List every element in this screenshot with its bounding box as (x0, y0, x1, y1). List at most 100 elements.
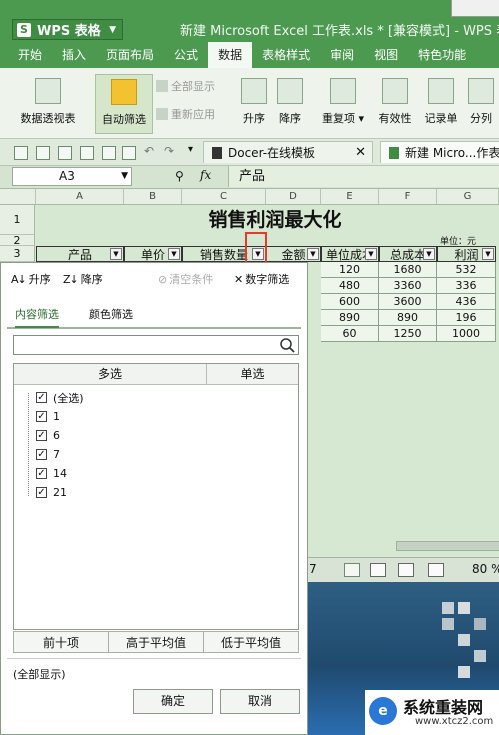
page-break-view-icon[interactable] (398, 563, 414, 577)
filter-sort-desc-button[interactable]: Z↓ 降序 (63, 271, 103, 287)
magnifier-icon[interactable]: ⚲ (175, 169, 184, 183)
page-layout-view-icon[interactable] (370, 563, 386, 577)
column-header-a[interactable]: A (36, 189, 124, 204)
app-menu-button[interactable]: S WPS 表格 ▼ (12, 19, 123, 40)
column-header-b[interactable]: B (124, 189, 182, 204)
split-column-button[interactable]: 分列 (464, 74, 498, 132)
table-cell[interactable]: 60 (321, 326, 379, 342)
duplicates-button[interactable]: 重复项 ▾ (318, 74, 368, 132)
header-cell-amount[interactable]: 金额 ▼ (266, 246, 321, 262)
pivot-table-button[interactable]: 数据透视表 (16, 74, 80, 132)
show-all-button[interactable]: 全部显示 (156, 78, 215, 94)
filter-sort-asc-button[interactable]: A↓ 升序 (11, 271, 51, 287)
formula-input[interactable]: 产品 (228, 166, 499, 187)
tab-color-filter[interactable]: 颜色筛选 (89, 306, 133, 322)
column-header-f[interactable]: F (379, 189, 437, 204)
below-average-button[interactable]: 低于平均值 (203, 631, 299, 653)
list-item[interactable]: ✓ 14 (22, 464, 67, 483)
table-cell[interactable]: 3600 (379, 294, 437, 310)
record-form-button[interactable]: 记录单 (420, 74, 462, 132)
checkbox[interactable]: ✓ (36, 449, 47, 460)
print-icon[interactable] (80, 146, 94, 160)
close-icon[interactable]: ✕ (355, 142, 366, 164)
table-cell[interactable]: 336 (437, 278, 496, 294)
table-cell[interactable]: 532 (437, 262, 496, 278)
filter-dropdown-icon[interactable]: ▼ (110, 248, 122, 260)
menu-features[interactable]: 特色功能 (408, 42, 476, 68)
header-cell-profit[interactable]: 利润 ▼ (437, 246, 496, 262)
list-item-select-all[interactable]: ✓ (全选) (22, 388, 84, 407)
checkbox[interactable]: ✓ (36, 487, 47, 498)
list-item[interactable]: ✓ 6 (22, 426, 60, 445)
fx-icon[interactable]: fx (200, 168, 211, 182)
reapply-button[interactable]: 重新应用 (156, 106, 215, 122)
header-cell-price[interactable]: 单价 ▼ (124, 246, 182, 262)
top-ten-button[interactable]: 前十项 (13, 631, 109, 653)
redo-icon[interactable]: ↷ (164, 144, 174, 158)
column-header-c[interactable]: C (182, 189, 266, 204)
single-select-tab[interactable]: 单选 (207, 364, 298, 384)
menu-formulas[interactable]: 公式 (164, 42, 208, 68)
table-cell[interactable]: 600 (321, 294, 379, 310)
page-icon[interactable] (122, 146, 136, 160)
table-cell[interactable]: 890 (321, 310, 379, 326)
sort-asc-button[interactable]: 升序 (236, 74, 272, 132)
tab-content-filter[interactable]: 内容筛选 (15, 306, 59, 328)
tab-docer-templates[interactable]: Docer-在线模板 ✕ (203, 141, 373, 163)
ok-button[interactable]: 确定 (133, 689, 213, 714)
list-item[interactable]: ✓ 1 (22, 407, 60, 426)
table-cell[interactable]: 436 (437, 294, 496, 310)
name-box[interactable]: A3 ▼ (12, 167, 132, 186)
table-cell[interactable]: 1680 (379, 262, 437, 278)
filter-dropdown-icon[interactable]: ▼ (307, 248, 319, 260)
list-item[interactable]: ✓ 7 (22, 445, 60, 464)
checkbox[interactable]: ✓ (36, 430, 47, 441)
row-header-1[interactable]: 1 (0, 205, 35, 235)
table-cell[interactable]: 890 (379, 310, 437, 326)
column-header-e[interactable]: E (321, 189, 379, 204)
filter-dropdown-icon[interactable]: ▼ (482, 248, 494, 260)
validity-button[interactable]: 有效性 (374, 74, 416, 132)
window-controls[interactable] (451, 0, 499, 17)
filter-dropdown-icon[interactable]: ▼ (168, 248, 180, 260)
export-pdf-icon[interactable] (58, 146, 72, 160)
menu-data[interactable]: 数据 (208, 42, 253, 68)
header-cell-product[interactable]: 产品 ▼ (36, 246, 124, 262)
zoom-level[interactable]: 80 % (472, 562, 499, 576)
autofilter-button[interactable]: 自动筛选 (95, 74, 153, 134)
above-average-button[interactable]: 高于平均值 (108, 631, 204, 653)
column-header-d[interactable]: D (266, 189, 321, 204)
table-cell[interactable]: 480 (321, 278, 379, 294)
more-icon[interactable]: ▾ (188, 144, 193, 155)
reading-mode-icon[interactable] (428, 563, 444, 577)
menu-review[interactable]: 审阅 (320, 42, 364, 68)
normal-view-icon[interactable] (344, 563, 360, 577)
cancel-button[interactable]: 取消 (220, 689, 300, 714)
menu-view[interactable]: 视图 (364, 42, 408, 68)
header-cell-unit-cost[interactable]: 单位成本 ▼ (321, 246, 379, 262)
checkbox[interactable]: ✓ (36, 392, 47, 403)
tab-current-workbook[interactable]: 新建 Micro...作表 (380, 141, 499, 163)
header-cell-total-cost[interactable]: 总成本 ▼ (379, 246, 437, 262)
multi-select-tab[interactable]: 多选 (14, 364, 207, 384)
filter-dropdown-icon[interactable]: ▼ (423, 248, 435, 260)
row-header-3[interactable]: 3 (0, 246, 35, 262)
save-icon[interactable] (36, 146, 50, 160)
menu-page-layout[interactable]: 页面布局 (96, 42, 164, 68)
filter-dropdown-icon[interactable]: ▼ (365, 248, 377, 260)
menu-home[interactable]: 开始 (8, 42, 52, 68)
folder-icon[interactable] (14, 146, 28, 160)
checkbox[interactable]: ✓ (36, 411, 47, 422)
menu-table-style[interactable]: 表格样式 (252, 42, 320, 68)
table-cell[interactable]: 120 (321, 262, 379, 278)
table-cell[interactable]: 1000 (437, 326, 496, 342)
clear-conditions-button[interactable]: ⊘ 清空条件 (158, 271, 213, 287)
list-item[interactable]: ✓ 21 (22, 483, 67, 502)
print-preview-icon[interactable] (102, 146, 116, 160)
table-cell[interactable]: 196 (437, 310, 496, 326)
row-header-2[interactable]: 2 (0, 235, 35, 246)
table-cell[interactable]: 1250 (379, 326, 437, 342)
checkbox[interactable]: ✓ (36, 468, 47, 479)
table-cell[interactable]: 3360 (379, 278, 437, 294)
select-all-corner[interactable] (0, 189, 36, 204)
